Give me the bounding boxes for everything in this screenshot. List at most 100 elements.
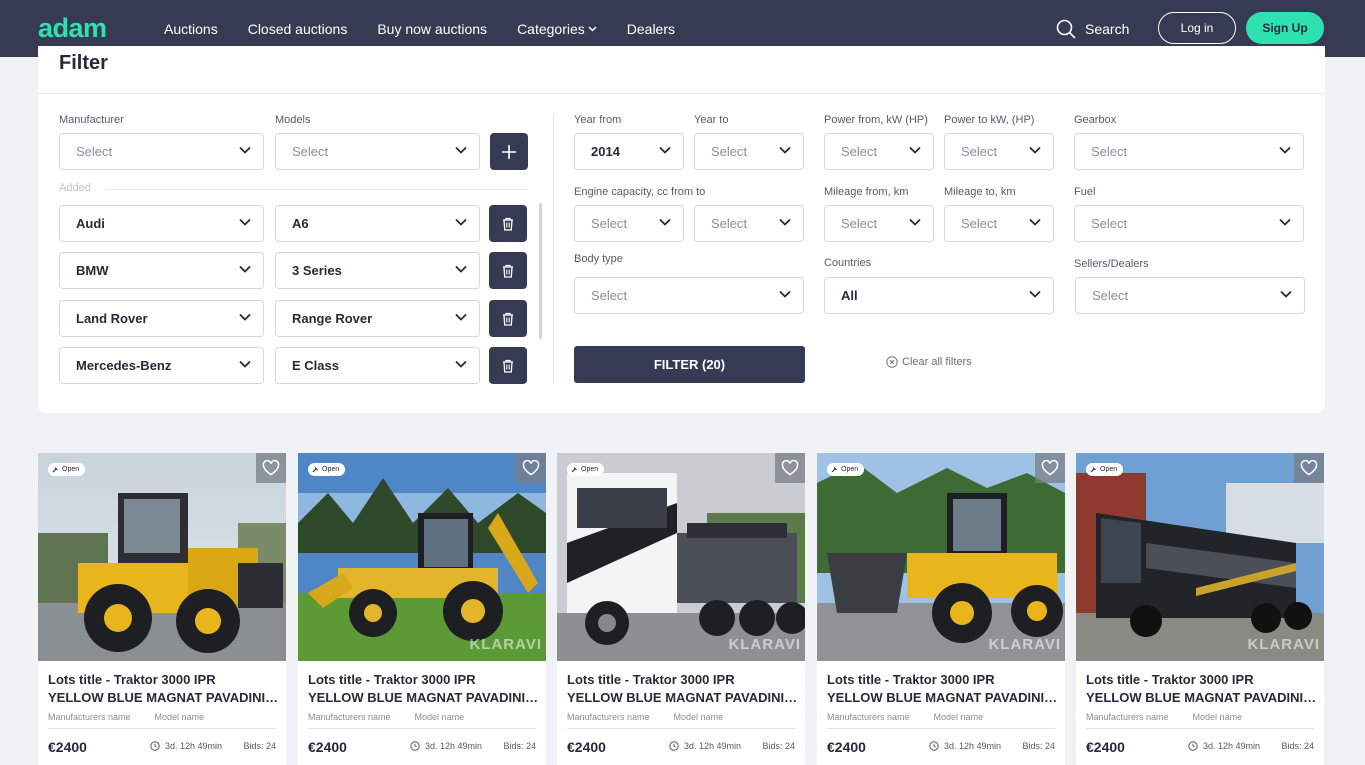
favorite-button[interactable] (256, 453, 286, 483)
select-value: Audi (76, 216, 105, 231)
clear-filters-label: Clear all filters (902, 356, 972, 368)
added-model-select[interactable]: Range Rover (275, 300, 480, 337)
divider (567, 728, 795, 729)
year-to-label: Year to (694, 114, 729, 126)
delete-button[interactable] (489, 205, 527, 242)
select-value: Select (711, 216, 748, 231)
countries-select[interactable]: All (824, 277, 1054, 314)
heart-icon (781, 460, 799, 476)
lot-title[interactable]: Lots title - Traktor 3000 IPR YELLOW BLUE… (48, 671, 280, 707)
lot-card[interactable]: Open KLARAVI Lots title - Traktor 3000 I… (557, 453, 805, 765)
status-badge: Open (308, 463, 346, 476)
delete-button[interactable] (489, 252, 527, 289)
nav-link-label: Auctions (164, 20, 218, 37)
divider (1086, 728, 1314, 729)
select-value: BMW (76, 263, 109, 278)
lot-image[interactable]: Open KLARAVI (298, 453, 546, 661)
select-value: Select (711, 144, 748, 159)
favorite-button[interactable] (1035, 453, 1065, 483)
chevron-down-icon (1029, 218, 1041, 226)
nav-link-auctions[interactable]: Auctions (164, 21, 218, 37)
lot-image[interactable]: Open KLARAVI (1076, 453, 1324, 661)
clock-icon (410, 741, 420, 751)
delete-button[interactable] (489, 300, 527, 337)
lot-meta: Manufacturers name Model name (827, 712, 1007, 722)
hammer-icon (831, 467, 837, 473)
year-from-select[interactable]: 2014 (574, 133, 684, 170)
added-make-select[interactable]: Mercedes-Benz (59, 347, 264, 384)
gearbox-select[interactable]: Select (1074, 133, 1304, 170)
nav-link-closed-auctions[interactable]: Closed auctions (248, 21, 348, 37)
status-badge: Open (567, 463, 605, 476)
chevron-down-icon (455, 265, 467, 273)
mileage-to-select[interactable]: Select (944, 205, 1054, 242)
chevron-down-icon (239, 218, 251, 226)
logo[interactable]: adam (38, 14, 107, 42)
lot-image[interactable]: Open KLARAVI (817, 453, 1065, 661)
lot-image[interactable]: Open (38, 453, 286, 661)
favorite-button[interactable] (516, 453, 546, 483)
added-make-select[interactable]: Audi (59, 205, 264, 242)
nav-link-dealers[interactable]: Dealers (627, 21, 675, 37)
filter-button[interactable]: FILTER (20) (574, 346, 805, 383)
nav-link-categories[interactable]: Categories (517, 21, 597, 37)
engine-from-select[interactable]: Select (574, 205, 684, 242)
scrollbar[interactable] (539, 203, 542, 339)
added-model-select[interactable]: A6 (275, 205, 480, 242)
add-model-button[interactable] (490, 133, 528, 170)
power-from-select[interactable]: Select (824, 133, 934, 170)
lot-title[interactable]: Lots title - Traktor 3000 IPR YELLOW BLUE… (827, 671, 1059, 707)
manufacturer-select[interactable]: Select (59, 133, 264, 170)
time-left: 3d. 12h 49min (410, 741, 482, 751)
manufacturer-name: Manufacturers name (308, 712, 391, 722)
select-value: Select (1091, 216, 1128, 231)
model-name: Model name (933, 712, 984, 722)
select-value: E Class (292, 358, 339, 373)
delete-button[interactable] (489, 347, 527, 384)
chevron-down-icon (779, 218, 791, 226)
manufacturer-name: Manufacturers name (1086, 712, 1169, 722)
select-value: Select (1091, 144, 1128, 159)
body-type-select[interactable]: Select (574, 277, 804, 314)
power-from-label: Power from, kW (HP) (824, 114, 928, 126)
lot-title[interactable]: Lots title - Traktor 3000 IPR YELLOW BLUE… (567, 671, 799, 707)
chevron-down-icon (659, 146, 671, 154)
select-value: Select (1092, 288, 1129, 303)
nav-link-buy-now[interactable]: Buy now auctions (377, 21, 487, 37)
signup-button[interactable]: Sign Up (1246, 12, 1324, 44)
lot-card[interactable]: Open KLARAVI Lots title - Traktor 3000 I… (1076, 453, 1324, 765)
lot-card[interactable]: Open KLARAVI Lots title - Traktor 3000 I… (817, 453, 1065, 765)
sellers-select[interactable]: Select (1075, 277, 1305, 314)
lot-card[interactable]: Open KLARAVI Lots title - Traktor 3000 I… (298, 453, 546, 765)
favorite-button[interactable] (1294, 453, 1324, 483)
power-to-select[interactable]: Select (944, 133, 1054, 170)
engine-to-select[interactable]: Select (694, 205, 804, 242)
chevron-down-icon (239, 146, 251, 154)
bids-count: Bids: 24 (1281, 741, 1314, 751)
added-make-select[interactable]: BMW (59, 252, 264, 289)
fuel-select[interactable]: Select (1074, 205, 1304, 242)
wheel-loader-photo (38, 453, 286, 661)
lot-image[interactable]: Open KLARAVI (557, 453, 805, 661)
added-model-select[interactable]: 3 Series (275, 252, 480, 289)
nav-link-label: Buy now auctions (377, 20, 488, 37)
model-name: Model name (673, 712, 724, 722)
year-to-select[interactable]: Select (694, 133, 804, 170)
divider (48, 728, 276, 729)
added-model-select[interactable]: E Class (275, 347, 480, 384)
clock-icon (929, 741, 939, 751)
added-make-select[interactable]: Land Rover (59, 300, 264, 337)
body-type-label: Body type (574, 253, 623, 265)
mileage-from-select[interactable]: Select (824, 205, 934, 242)
lot-card[interactable]: Open Lots title - Traktor 3000 IPR YELLOW… (38, 453, 286, 765)
login-button[interactable]: Log in (1158, 12, 1236, 44)
trash-icon (503, 217, 513, 231)
lot-title[interactable]: Lots title - Traktor 3000 IPR YELLOW BLUE… (308, 671, 540, 707)
select-value: Range Rover (292, 311, 373, 326)
favorite-button[interactable] (775, 453, 805, 483)
lot-title[interactable]: Lots title - Traktor 3000 IPR YELLOW BLUE… (1086, 671, 1318, 707)
models-select[interactable]: Select (275, 133, 480, 170)
sellers-label: Sellers/Dealers (1074, 258, 1149, 270)
clear-filters-link[interactable]: Clear all filters (886, 356, 972, 368)
bids-count: Bids: 24 (503, 741, 536, 751)
